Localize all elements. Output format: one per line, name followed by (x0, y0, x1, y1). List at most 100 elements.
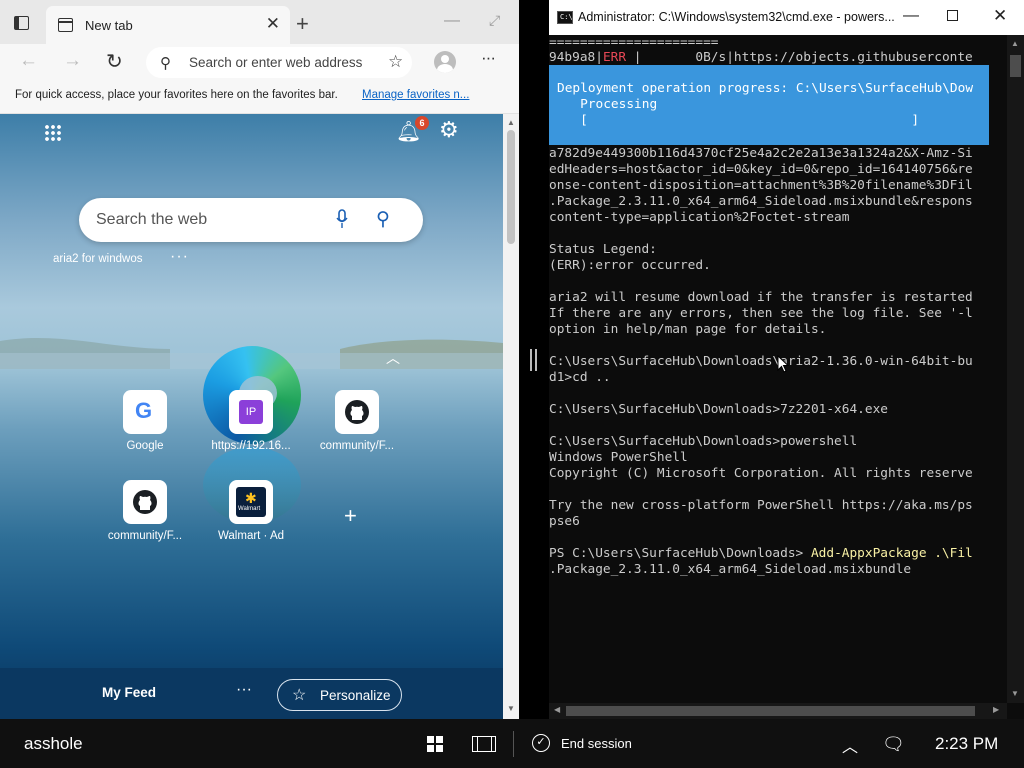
new-tab-button[interactable]: + (296, 11, 309, 37)
ip-icon: IP (229, 390, 273, 434)
edge-browser-window: New tab ✕ + — ⤢ ← → ↻ ⚲ Search or enter … (0, 0, 519, 719)
browser-scrollbar[interactable]: ▲ ▼ (503, 114, 519, 719)
progress-status: Processing (557, 97, 658, 112)
console-line: Windows PowerShell (549, 450, 688, 465)
tab-actions-icon[interactable] (14, 16, 29, 30)
console-line: content-type=application%2Foctet-stream (549, 210, 850, 225)
maximize-icon[interactable] (947, 10, 958, 21)
new-tab-page: 🔔︎ 6 ⚙ Search the web ⚲ aria2 for windwo… (0, 114, 503, 719)
console-line: onse-content-disposition=attachment%3B%2… (549, 178, 973, 193)
scroll-right-icon[interactable]: ▶ (993, 705, 999, 714)
splitter-handle[interactable] (530, 349, 537, 371)
scrollbar-thumb[interactable] (507, 130, 515, 244)
forward-arrow-icon[interactable]: → (63, 50, 82, 72)
console-line: If there are any errors, then see the lo… (549, 306, 973, 321)
web-search-box[interactable]: Search the web ⚲ (79, 198, 423, 242)
recent-search-more-icon[interactable]: ··· (170, 248, 189, 266)
snap-splitter[interactable] (519, 0, 549, 719)
progress-bar-text: [ ] (557, 113, 920, 128)
close-icon[interactable]: ✕ (993, 6, 1007, 26)
tab-bar: New tab ✕ + — ⤢ (0, 0, 519, 44)
window-minimize-icon[interactable]: — (444, 12, 460, 30)
web-search-placeholder: Search the web (96, 211, 208, 228)
scroll-up-icon[interactable]: ▲ (507, 118, 515, 127)
console-line: (ERR):error occurred. (549, 258, 711, 273)
notification-count-badge: 6 (415, 116, 429, 130)
task-view-icon[interactable] (472, 736, 496, 752)
cmd-vertical-scrollbar[interactable]: ▲ ▼ (1007, 35, 1024, 703)
add-favorite-star-icon[interactable]: ☆ (388, 52, 403, 72)
walmart-icon: ✱ Walmart (229, 480, 273, 524)
cmd-app-icon: C:\ (557, 11, 573, 24)
console-line: pse6 (549, 514, 580, 529)
quick-link-tile-github-1[interactable]: community/F... (312, 390, 402, 470)
start-windows-icon[interactable] (427, 736, 443, 752)
github-icon (123, 480, 167, 524)
ps-command: Add-AppxPackage .\Fil (810, 546, 973, 561)
page-settings-gear-icon[interactable]: ⚙ (439, 117, 459, 143)
profile-avatar[interactable] (434, 51, 456, 73)
apps-launcher-icon[interactable] (44, 124, 62, 142)
console-line: aria2 will resume download if the transf… (549, 290, 973, 305)
console-line: Status Legend: (549, 242, 657, 257)
refresh-icon[interactable]: ↻ (106, 49, 123, 74)
personalize-label: Personalize (320, 688, 391, 703)
search-icon: ⚲ (160, 55, 171, 72)
tile-label: community/F... (319, 440, 395, 452)
tile-label: Google (126, 440, 164, 452)
favorites-bar: For quick access, place your favorites h… (0, 81, 519, 114)
scroll-up-icon[interactable]: ▲ (1011, 39, 1019, 48)
console-line: C:\Users\SurfaceHub\Downloads>7z2201-x64… (549, 402, 888, 417)
window-resize-icon[interactable]: ⤢ (489, 12, 500, 29)
collapse-chevron-up-icon[interactable]: ︿ (386, 348, 400, 368)
add-quick-link-icon[interactable]: + (344, 503, 357, 529)
quick-link-tile-ip[interactable]: IP https://192.16... (206, 390, 296, 470)
personalize-button[interactable]: ☆ Personalize (277, 679, 402, 711)
github-icon (335, 390, 379, 434)
console-prompt-line: PS C:\Users\SurfaceHub\Downloads> Add-Ap… (549, 546, 973, 561)
console-err-row: 94b9a8|ERR | 0B/s|https://objects.github… (549, 50, 973, 65)
tile-label: community/F... (107, 530, 183, 542)
my-feed-tab[interactable]: My Feed (102, 685, 156, 700)
clock[interactable]: 2:23 PM (935, 734, 998, 754)
action-center-notifications-icon[interactable]: 🗨︎ (882, 734, 905, 755)
microphone-icon[interactable] (336, 209, 348, 229)
taskbar-divider (513, 731, 514, 757)
feed-bar: My Feed ··· ☆ Personalize (0, 668, 503, 719)
cmd-title-bar[interactable]: C:\ Administrator: C:\Windows\system32\c… (549, 0, 1024, 35)
quick-link-tile-google[interactable]: G Google (100, 390, 190, 470)
feed-more-icon[interactable]: ··· (236, 681, 252, 699)
address-placeholder: Search or enter web address (189, 55, 363, 70)
back-arrow-icon[interactable]: ← (19, 50, 38, 72)
console-line: edHeaders=host&actor_id=0&key_id=0&repo_… (549, 162, 973, 177)
quick-link-tile-github-2[interactable]: community/F... (100, 480, 190, 560)
scroll-left-icon[interactable]: ◀ (554, 705, 560, 714)
cmd-window-title: Administrator: C:\Windows\system32\cmd.e… (578, 10, 895, 24)
console-line: Try the new cross-platform PowerShell ht… (549, 498, 973, 513)
console-line: d1>cd .. (549, 370, 611, 385)
end-session-button[interactable]: End session (561, 736, 632, 751)
console-line: .Package_2.3.11.0_x64_arm64_Sideload.msi… (549, 562, 912, 577)
console-line: option in help/man page for details. (549, 322, 827, 337)
scroll-down-icon[interactable]: ▼ (507, 704, 515, 713)
recent-search-link[interactable]: aria2 for windwos (53, 253, 142, 265)
scroll-down-icon[interactable]: ▼ (1011, 689, 1019, 698)
web-search-icon[interactable]: ⚲ (376, 208, 390, 231)
tab-close-icon[interactable]: ✕ (266, 14, 280, 34)
screen: New tab ✕ + — ⤢ ← → ↻ ⚲ Search or enter … (0, 0, 1024, 768)
personalize-star-icon: ☆ (292, 687, 307, 704)
address-bar[interactable]: ⚲ Search or enter web address ☆ (146, 47, 412, 78)
system-tray-chevron-up-icon[interactable]: ︿ (842, 733, 858, 757)
console-line: C:\Users\SurfaceHub\Downloads>powershell (549, 434, 858, 449)
end-session-check-icon[interactable]: ✓ (532, 734, 550, 752)
taskbar: asshole ✓ End session ︿ 🗨︎ 2:23 PM (0, 719, 1024, 768)
quick-link-tile-walmart[interactable]: ✱ Walmart Walmart · Ad (206, 480, 296, 560)
more-options-icon[interactable]: ··· (481, 48, 496, 68)
minimize-icon[interactable]: — (903, 7, 919, 25)
scrollbar-thumb[interactable] (1010, 55, 1021, 77)
manage-favorites-link[interactable]: Manage favorites n... (362, 89, 469, 101)
scrollbar-thumb[interactable] (566, 706, 975, 716)
tab-new-tab[interactable]: New tab ✕ (46, 6, 290, 44)
err-tag: ERR (602, 50, 627, 65)
cmd-horizontal-scrollbar[interactable]: ◀ ▶ (549, 703, 1007, 719)
